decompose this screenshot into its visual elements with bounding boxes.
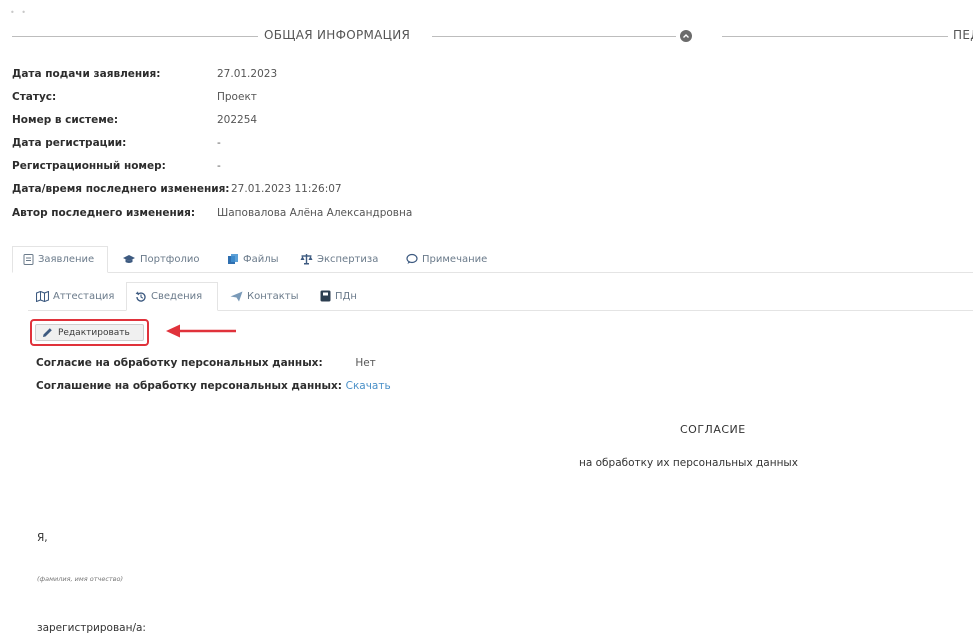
document-fio-hint: (фамилия, имя отчество) xyxy=(37,575,124,583)
subtab-pdn[interactable]: ПДн xyxy=(312,282,365,310)
arrow-left-icon xyxy=(166,324,236,338)
tab-portfolio[interactable]: Портфолио xyxy=(112,246,210,272)
info-row-last-author: Автор последнего изменения: Шаповалова Ал… xyxy=(12,206,412,220)
info-label: Статус: xyxy=(12,91,57,103)
info-row-registration-number: Регистрационный номер: - xyxy=(12,159,221,173)
tab-note[interactable]: Примечание xyxy=(396,246,497,272)
info-row-registration-date: Дата регистрации: - xyxy=(12,136,221,150)
tab-label: Портфолио xyxy=(140,253,200,265)
info-label: Дата/время последнего изменения: xyxy=(12,183,230,195)
section-title-right: ПЕД xyxy=(953,28,973,42)
subtab-info[interactable]: Сведения xyxy=(126,282,218,311)
info-row-system-number: Номер в системе: 202254 xyxy=(12,113,257,127)
consent-agreement-row: Согласие на обработку персональных данны… xyxy=(36,357,376,369)
edit-highlight-frame: Редактировать xyxy=(30,319,149,346)
map-icon xyxy=(36,290,49,302)
tab-application[interactable]: Заявление xyxy=(12,246,108,273)
info-value: - xyxy=(217,160,221,172)
consent-agreement-label: Согласие на обработку персональных данны… xyxy=(36,357,323,369)
info-label: Дата регистрации: xyxy=(12,137,127,149)
tab-label: Файлы xyxy=(243,253,279,265)
consent-agreement-value: Нет xyxy=(355,357,376,369)
comment-icon xyxy=(406,253,418,265)
consent-contract-label: Соглашение на обработку персональных дан… xyxy=(36,380,342,392)
download-link[interactable]: Скачать xyxy=(346,380,391,392)
collapse-toggle-icon[interactable] xyxy=(680,30,692,42)
edit-button-label: Редактировать xyxy=(58,327,130,338)
subtab-attestation[interactable]: Аттестация xyxy=(28,282,122,310)
document-registered-text: зарегистрирован/а: xyxy=(37,622,146,634)
document-ya-text: Я, xyxy=(37,532,48,544)
info-label: Дата подачи заявления: xyxy=(12,68,161,80)
section-title: ОБЩАЯ ИНФОРМАЦИЯ xyxy=(264,28,411,42)
info-value: 27.01.2023 11:26:07 xyxy=(231,183,342,195)
tab-files[interactable]: Файлы xyxy=(217,246,289,272)
info-row-submission-date: Дата подачи заявления: 27.01.2023 xyxy=(12,67,277,81)
tab-label: Примечание xyxy=(422,253,488,265)
document-subtitle: на обработку их персональных данных xyxy=(579,457,798,469)
info-value: Проект xyxy=(217,91,257,103)
section-divider-middle xyxy=(432,36,676,37)
info-label: Номер в системе: xyxy=(12,114,119,126)
document-title: СОГЛАСИЕ xyxy=(680,423,746,436)
section-divider-left xyxy=(12,36,258,37)
info-value: 202254 xyxy=(217,114,258,126)
scales-icon xyxy=(300,253,313,265)
tab-label: Экспертиза xyxy=(317,253,379,265)
window-dots: • • xyxy=(10,8,28,17)
sub-tabs: Аттестация Сведения Контакты ПДн xyxy=(28,282,973,311)
info-label: Автор последнего изменения: xyxy=(12,207,196,219)
graduation-cap-icon xyxy=(122,254,136,265)
info-value: 27.01.2023 xyxy=(217,68,278,80)
subtab-label: Аттестация xyxy=(53,290,115,302)
info-label: Регистрационный номер: xyxy=(12,160,166,172)
edit-button[interactable]: Редактировать xyxy=(35,324,144,341)
main-tabs: Заявление Портфолио Файлы Экспертиза При… xyxy=(12,246,973,273)
info-row-last-modified: Дата/время последнего изменения:27.01.20… xyxy=(12,182,342,196)
info-row-status: Статус: Проект xyxy=(12,90,257,104)
consent-contract-row: Соглашение на обработку персональных дан… xyxy=(36,380,391,392)
subtab-label: Контакты xyxy=(247,290,299,302)
info-value: Шаповалова Алёна Александровна xyxy=(217,207,413,219)
subtab-contacts[interactable]: Контакты xyxy=(222,282,306,310)
files-icon xyxy=(227,253,239,265)
pencil-icon xyxy=(42,327,53,338)
tab-expertise[interactable]: Экспертиза xyxy=(290,246,388,272)
info-value: - xyxy=(217,137,221,149)
history-icon xyxy=(135,291,147,303)
subtab-label: ПДн xyxy=(335,290,357,302)
id-card-icon xyxy=(320,290,331,302)
send-icon xyxy=(230,291,243,302)
section-divider-right xyxy=(722,36,948,37)
document-icon xyxy=(23,254,34,265)
tab-label: Заявление xyxy=(38,254,95,265)
subtab-label: Сведения xyxy=(151,291,203,302)
